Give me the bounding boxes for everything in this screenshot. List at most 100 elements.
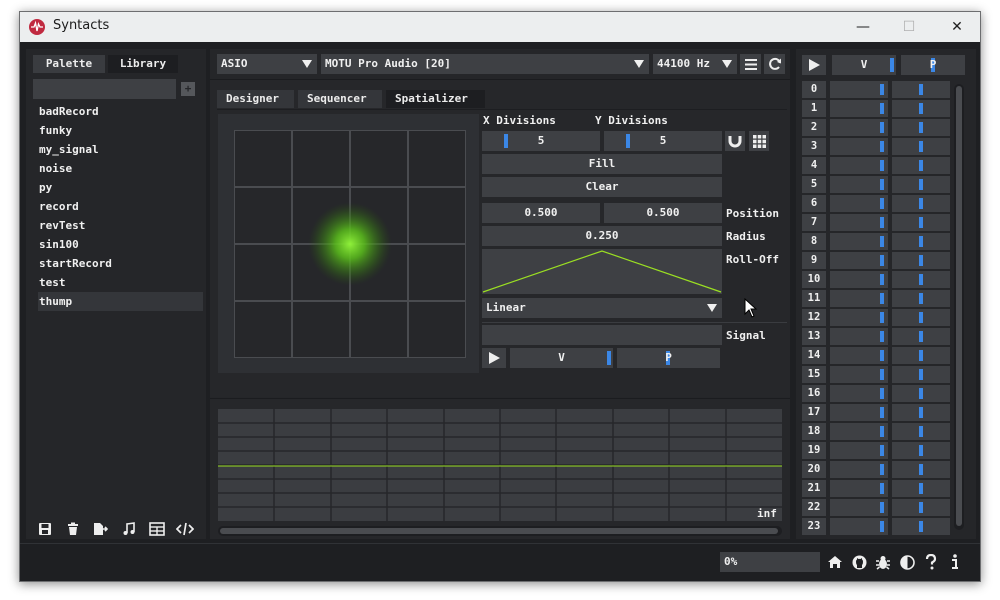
- slider-grab[interactable]: [880, 179, 884, 190]
- slider-grab[interactable]: [880, 369, 884, 380]
- slider-grab[interactable]: [919, 160, 923, 171]
- channel-number-button[interactable]: 4: [802, 157, 826, 174]
- slider-grab[interactable]: [880, 426, 884, 437]
- channel-volume-slider[interactable]: [830, 176, 888, 193]
- channel-volume-slider[interactable]: [830, 461, 888, 478]
- slider-grab[interactable]: [919, 179, 923, 190]
- rolloff-type-select[interactable]: Linear: [482, 298, 722, 318]
- close-button[interactable]: ✕: [934, 12, 980, 42]
- channel-pan-slider[interactable]: [892, 499, 950, 516]
- channel-volume-slider[interactable]: [830, 480, 888, 497]
- channel-pan-slider[interactable]: [892, 347, 950, 364]
- channel-pan-slider[interactable]: [892, 442, 950, 459]
- channel-number-button[interactable]: 16: [802, 385, 826, 402]
- channel-pan-slider[interactable]: [892, 366, 950, 383]
- list-item[interactable]: record: [38, 197, 203, 216]
- channel-volume-slider[interactable]: [830, 499, 888, 516]
- channel-pan-slider[interactable]: [892, 480, 950, 497]
- list-item[interactable]: noise: [38, 159, 203, 178]
- slider-grab[interactable]: [919, 293, 923, 304]
- slider-grab[interactable]: [919, 217, 923, 228]
- channel-pan-slider[interactable]: [892, 157, 950, 174]
- slider-grab[interactable]: [880, 464, 884, 475]
- slider-grab[interactable]: [919, 84, 923, 95]
- github-icon[interactable]: [848, 552, 870, 572]
- slider-grab[interactable]: [880, 122, 884, 133]
- slider-grab[interactable]: [626, 134, 630, 148]
- export-file-icon[interactable]: [89, 519, 113, 539]
- channel-volume-slider[interactable]: [830, 423, 888, 440]
- driver-select[interactable]: ASIO: [217, 54, 317, 74]
- spatializer-grid[interactable]: [234, 130, 466, 358]
- channel-pan-slider[interactable]: [892, 309, 950, 326]
- slider-grab[interactable]: [880, 274, 884, 285]
- slider-grab[interactable]: [919, 445, 923, 456]
- channel-number-button[interactable]: 21: [802, 480, 826, 497]
- home-icon[interactable]: [824, 552, 846, 572]
- channel-volume-slider[interactable]: [830, 233, 888, 250]
- list-item[interactable]: badRecord: [38, 102, 203, 121]
- channel-number-button[interactable]: 19: [802, 442, 826, 459]
- channel-volume-slider[interactable]: [830, 328, 888, 345]
- channel-pan-slider[interactable]: [892, 518, 950, 535]
- channel-number-button[interactable]: 10: [802, 271, 826, 288]
- channel-pan-slider[interactable]: [892, 385, 950, 402]
- slider-grab[interactable]: [919, 141, 923, 152]
- channel-pan-slider[interactable]: [892, 252, 950, 269]
- signal-input[interactable]: [482, 325, 722, 345]
- list-item[interactable]: test: [38, 273, 203, 292]
- slider-grab[interactable]: [919, 369, 923, 380]
- radius-input[interactable]: 0.250: [482, 226, 722, 246]
- refresh-icon[interactable]: [764, 54, 785, 74]
- channel-volume-slider[interactable]: [830, 252, 888, 269]
- trash-icon[interactable]: [61, 519, 85, 539]
- scrollbar-thumb[interactable]: [956, 86, 962, 526]
- channel-volume-slider[interactable]: [830, 309, 888, 326]
- channel-number-button[interactable]: 2: [802, 119, 826, 136]
- slider-grab[interactable]: [880, 84, 884, 95]
- channel-number-button[interactable]: 14: [802, 347, 826, 364]
- slider-grab[interactable]: [880, 388, 884, 399]
- code-icon[interactable]: [173, 519, 197, 539]
- volume-slider[interactable]: V: [510, 348, 613, 368]
- slider-grab[interactable]: [919, 255, 923, 266]
- slider-grab[interactable]: [919, 274, 923, 285]
- list-item[interactable]: py: [38, 178, 203, 197]
- list-item[interactable]: startRecord: [38, 254, 203, 273]
- channel-pan-slider[interactable]: [892, 423, 950, 440]
- title-bar[interactable]: Syntacts — ☐ ✕: [20, 12, 980, 42]
- slider-grab[interactable]: [880, 255, 884, 266]
- channel-number-button[interactable]: 22: [802, 499, 826, 516]
- slider-grab[interactable]: [919, 331, 923, 342]
- channel-pan-slider[interactable]: [892, 461, 950, 478]
- channel-volume-slider[interactable]: [830, 119, 888, 136]
- slider-grab[interactable]: [880, 198, 884, 209]
- channel-volume-slider[interactable]: [830, 195, 888, 212]
- channel-number-button[interactable]: 15: [802, 366, 826, 383]
- theme-icon[interactable]: [896, 552, 918, 572]
- channel-volume-slider[interactable]: [830, 214, 888, 231]
- position-y-input[interactable]: 0.500: [604, 203, 722, 223]
- play-icon[interactable]: [482, 348, 506, 368]
- channel-number-button[interactable]: 11: [802, 290, 826, 307]
- channel-volume-slider[interactable]: [830, 138, 888, 155]
- slider-grab[interactable]: [880, 236, 884, 247]
- channel-pan-slider[interactable]: [892, 271, 950, 288]
- list-item[interactable]: my_signal: [38, 140, 203, 159]
- slider-grab[interactable]: [919, 312, 923, 323]
- list-item[interactable]: thump: [38, 292, 203, 311]
- slider-grab[interactable]: [890, 58, 894, 72]
- slider-grab[interactable]: [919, 103, 923, 114]
- maximize-button[interactable]: ☐: [886, 12, 932, 42]
- channel-volume-slider[interactable]: [830, 404, 888, 421]
- channel-number-button[interactable]: 3: [802, 138, 826, 155]
- tab-library[interactable]: Library: [108, 55, 178, 73]
- channel-volume-slider[interactable]: [830, 347, 888, 364]
- master-volume-slider[interactable]: V: [832, 55, 896, 75]
- channel-pan-slider[interactable]: [892, 290, 950, 307]
- slider-grab[interactable]: [880, 160, 884, 171]
- slider-grab[interactable]: [880, 312, 884, 323]
- channel-number-button[interactable]: 23: [802, 518, 826, 535]
- channel-volume-slider[interactable]: [830, 518, 888, 535]
- slider-grab[interactable]: [880, 141, 884, 152]
